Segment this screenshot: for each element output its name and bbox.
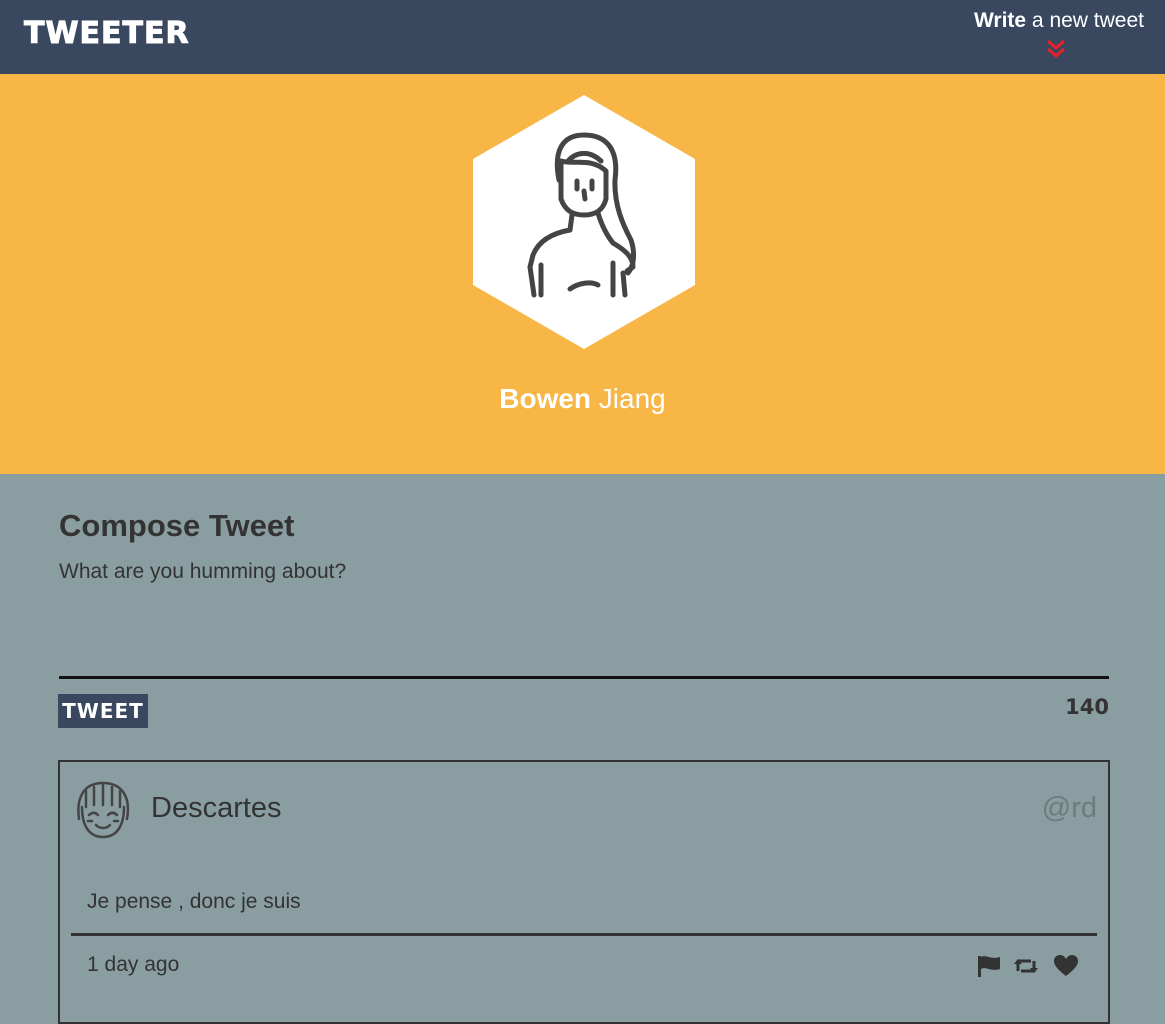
retweet-icon[interactable] (1013, 953, 1039, 979)
tweet-text-input[interactable] (59, 560, 1109, 679)
write-new-tweet-button[interactable]: Write a new tweet (954, 9, 1144, 33)
smiling-girl-avatar-icon (77, 781, 130, 839)
heart-icon[interactable] (1053, 953, 1079, 979)
write-label-bold: Write (973, 9, 1027, 32)
tweet-timestamp: 1 day ago (87, 953, 180, 976)
compose-title: Compose Tweet (59, 508, 295, 543)
flag-icon[interactable] (976, 953, 1002, 979)
tweet-submit-button[interactable]: TWEET (58, 694, 148, 728)
user-full-name: Bowen Jiang (0, 383, 1165, 415)
brand-logo[interactable]: TWEETER (24, 16, 190, 52)
profile-header: Bowen Jiang (0, 74, 1165, 474)
tweet-author-name[interactable]: Descartes (151, 792, 282, 825)
user-last-name: Jiang (591, 383, 666, 414)
tweet-author-handle[interactable]: @rd (1042, 792, 1097, 825)
woman-avatar-icon (473, 95, 695, 349)
user-first-name: Bowen (499, 383, 592, 414)
tweet-body-text: Je pense , donc je suis (87, 890, 301, 913)
character-counter: 140 (1065, 695, 1109, 719)
write-label-rest: a new tweet (1026, 9, 1144, 32)
top-nav: TWEETER Write a new tweet (0, 0, 1165, 74)
double-chevron-down-icon[interactable] (1046, 38, 1066, 60)
tweet-card-divider (71, 933, 1097, 936)
